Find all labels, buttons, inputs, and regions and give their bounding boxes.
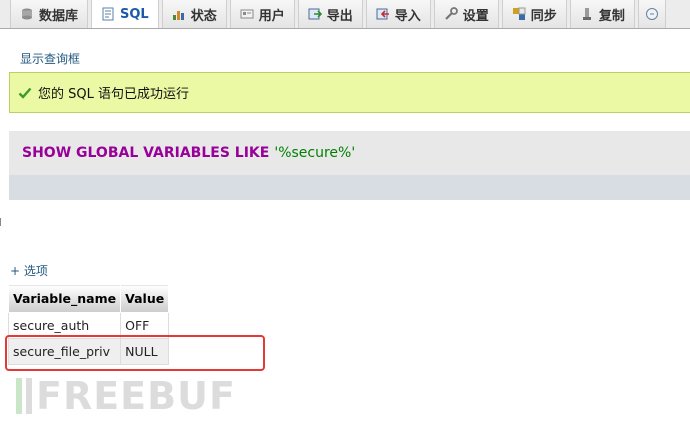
sql-icon <box>101 7 115 21</box>
tab-database-label: 数据库 <box>39 8 79 24</box>
tab-settings[interactable]: 设置 <box>433 0 499 28</box>
tab-sync-label: 同步 <box>530 8 557 24</box>
freebuf-watermark-logo: FREEBUF <box>16 374 236 418</box>
tab-replication-label: 复制 <box>598 8 625 24</box>
import-icon <box>376 7 390 21</box>
watermark-text: FREEBUF <box>36 374 236 418</box>
more-icon <box>645 7 659 21</box>
tab-users[interactable]: 用户 <box>229 0 295 28</box>
tab-status-label: 状态 <box>190 8 217 24</box>
table-header-row: Variable_name Value <box>7 284 170 313</box>
database-icon <box>20 7 34 21</box>
checkmark-icon <box>18 86 32 100</box>
status-icon <box>172 7 186 21</box>
show-query-box-link[interactable]: 显示查询框 <box>20 50 80 67</box>
tab-import-label: 导入 <box>394 8 421 24</box>
tab-status[interactable]: 状态 <box>161 0 227 28</box>
highlight-annotation-box <box>5 335 265 371</box>
tab-sql[interactable]: SQL <box>91 0 159 28</box>
tab-settings-label: 设置 <box>462 8 489 24</box>
tab-import[interactable]: 导入 <box>365 0 431 28</box>
watermark-bars <box>16 378 32 414</box>
tab-sql-label: SQL <box>120 6 149 22</box>
success-message-text: 您的 SQL 语句已成功运行 <box>38 87 189 102</box>
divider <box>0 218 4 226</box>
sync-icon <box>512 7 526 21</box>
sql-query-display: SHOW GLOBAL VARIABLES LIKE '%secure%' <box>9 131 690 175</box>
column-header-variable-name[interactable]: Variable_name <box>7 284 122 313</box>
sql-keywords: SHOW GLOBAL VARIABLES LIKE <box>22 145 270 161</box>
export-icon <box>308 7 322 21</box>
users-icon <box>240 7 254 21</box>
tab-replication[interactable]: 复制 <box>569 0 635 28</box>
options-link[interactable]: + 选项 <box>10 262 48 279</box>
tab-export[interactable]: 导出 <box>297 0 363 28</box>
top-tab-bar: 数据库 SQL 状态 用户 导出 导入 设置 同步 复制 <box>0 0 690 29</box>
tab-sync[interactable]: 同步 <box>501 0 567 28</box>
sql-box-toolbar <box>9 175 690 200</box>
tab-export-label: 导出 <box>326 8 353 24</box>
tab-database[interactable]: 数据库 <box>10 0 89 28</box>
tab-more[interactable] <box>637 0 666 28</box>
success-message-box: 您的 SQL 语句已成功运行 <box>9 72 690 113</box>
settings-icon <box>444 7 458 21</box>
column-header-value[interactable]: Value <box>120 284 170 313</box>
sql-string-literal: '%secure%' <box>274 145 356 161</box>
tab-users-label: 用户 <box>258 8 285 24</box>
replication-icon <box>580 7 594 21</box>
